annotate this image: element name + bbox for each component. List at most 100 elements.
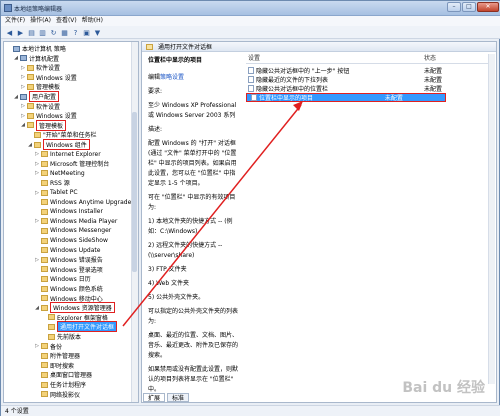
edit-policy-link[interactable]: 策略设置 — [160, 74, 184, 81]
tree-item[interactable]: 即时搜索 — [34, 361, 74, 370]
tree-item[interactable]: 通用打开文件对话框 — [41, 321, 118, 333]
maximize-button[interactable]: □ — [462, 2, 476, 12]
up-icon[interactable]: ▤ — [27, 28, 36, 37]
tree-item[interactable]: ▷ Windows 设置 — [20, 73, 77, 82]
tree-item[interactable]: ▷ Windows 设置 — [20, 111, 77, 120]
row-setting-cell: 位置栏中显示的项目 — [249, 93, 385, 102]
desc-line-12: 如果禁用或没有配置此设置，则默认的项目列表将显示在 "位置栏" 中。 — [148, 366, 239, 392]
show-hide-icon[interactable]: ▥ — [38, 28, 47, 37]
folder-icon — [27, 103, 34, 110]
tree-item[interactable]: RSS 源 — [34, 178, 70, 187]
list-row-selected[interactable]: 位置栏中显示的项目 未配置 — [246, 93, 446, 102]
tree-item-label: 软件设置 — [36, 103, 61, 111]
tree-item[interactable]: 桌面窗口管理器 — [34, 370, 92, 379]
tree-item[interactable]: Windows 日历 — [34, 274, 91, 283]
tree-item[interactable]: ◢ 用户配置 — [13, 91, 60, 102]
folder-icon — [41, 391, 48, 398]
tree-item[interactable]: ▷ Windows 错误报告 — [34, 255, 103, 264]
expand-arrow-icon[interactable]: ▷ — [20, 103, 26, 109]
policy-icon — [248, 67, 254, 74]
expand-arrow-icon[interactable]: ▷ — [20, 65, 26, 71]
tree-item[interactable]: 任务计划程序 — [34, 380, 86, 389]
tree-scroll-thumb[interactable] — [132, 112, 137, 272]
tree-scrollbar[interactable] — [131, 42, 138, 402]
close-button[interactable]: ✕ — [477, 2, 499, 12]
main-window: 本地组策略编辑器 – □ ✕ 文件(F) 操作(A) 查看(V) 帮助(H) ◀… — [0, 0, 500, 416]
expand-arrow-icon[interactable]: ▷ — [34, 151, 40, 157]
expand-arrow-icon[interactable]: ▷ — [34, 257, 40, 263]
list-row[interactable]: 隐藏最近的文件的下拉列表 未配置 — [246, 75, 488, 84]
list-row[interactable]: 隐藏公共对话框中的位置栏 未配置 — [246, 84, 488, 93]
properties-icon[interactable]: ▣ — [82, 28, 91, 37]
tree-item[interactable]: 网络投影仪 — [34, 390, 80, 399]
expand-arrow-icon[interactable]: ▷ — [34, 218, 40, 224]
tree-item-label: 管理模板 — [36, 119, 67, 131]
tree-item[interactable]: ▷ 软件设置 — [20, 63, 60, 72]
tree-item[interactable]: ▷ Tablet PC — [34, 188, 78, 197]
back-icon[interactable]: ◀ — [5, 28, 14, 37]
column-state[interactable]: 状态 — [424, 54, 484, 63]
collapse-arrow-icon[interactable]: ◢ — [13, 55, 19, 61]
forward-icon[interactable]: ▶ — [16, 28, 25, 37]
tree-pane[interactable]: 网络投影仪 任务计划程序 桌面窗口管理器 即时搜索 附件管理器 ▷ 备份 先前版本 通用打开文件… — [3, 41, 139, 403]
tree-item[interactable]: Windows Update — [34, 246, 100, 255]
expand-arrow-icon[interactable]: ▷ — [34, 343, 40, 349]
tab-standard[interactable]: 标准 — [167, 393, 190, 402]
expand-arrow-icon[interactable]: ▷ — [20, 74, 26, 80]
settings-list: 设置 状态 隐藏公共对话框中的 "上一步" 按钮 未配置 隐藏最近的文件的下拉列… — [246, 54, 488, 392]
tree-item[interactable]: ▷ NetMeeting — [34, 169, 85, 178]
details-header: 通用打开文件对话框 — [142, 42, 496, 52]
collapse-arrow-icon[interactable]: ◢ — [13, 94, 19, 100]
collapse-arrow-icon[interactable]: ◢ — [27, 142, 33, 148]
desc-line-11: 桌面、最近的位置、文档、图片、音乐、最近更改、附件及已保存的搜索。 — [148, 332, 239, 359]
tree-item[interactable]: ▷ Microsoft 管理控制台 — [34, 159, 109, 168]
expand-arrow-icon[interactable]: ▷ — [34, 190, 40, 196]
toolbar: ◀ ▶ ▤ ▥ ↻ ▦ ? ▣ ▼ — [1, 26, 500, 39]
details-scrollbar[interactable] — [488, 54, 495, 384]
expand-arrow-icon[interactable]: ▷ — [34, 170, 40, 176]
title-bar[interactable]: 本地组策略编辑器 – □ ✕ — [1, 1, 500, 16]
tab-extended[interactable]: 扩展 — [143, 393, 166, 402]
row-state: 未配置 — [384, 95, 403, 102]
tree-item[interactable]: 先前版本 — [41, 332, 81, 341]
folder-icon — [34, 141, 41, 148]
menu-help[interactable]: 帮助(H) — [82, 16, 103, 26]
tree-item[interactable]: ▷ 备份 — [34, 342, 62, 351]
minimize-button[interactable]: – — [447, 2, 461, 12]
tree-item-label: Windows 登录选项 — [50, 266, 103, 274]
tree-item[interactable]: Windows Anytime Upgrade — [34, 198, 131, 207]
tree-item[interactable]: Windows 颜色系统 — [34, 284, 103, 293]
tree-item[interactable]: ▷ 管理模板 — [20, 82, 60, 91]
tree-item[interactable]: ◢ Windows 组件 — [27, 139, 90, 150]
tree-item[interactable]: Windows 移动中心 — [34, 294, 103, 303]
filter-icon[interactable]: ▼ — [93, 28, 102, 37]
tree-item[interactable]: Windows Messenger — [34, 226, 111, 235]
menu-action[interactable]: 操作(A) — [30, 16, 51, 26]
tree-item[interactable]: 本地计算机 策略 — [6, 44, 66, 53]
folder-icon — [41, 256, 48, 263]
tree-item[interactable]: Windows SideShow — [34, 236, 108, 245]
tree-item[interactable]: Windows 登录选项 — [34, 265, 103, 274]
tree-item[interactable]: ▷ Windows Media Player — [34, 217, 117, 226]
collapse-arrow-icon[interactable]: ◢ — [20, 122, 26, 128]
tree-item[interactable]: ◢ 计算机配置 — [13, 54, 59, 63]
expand-arrow-icon[interactable]: ▷ — [20, 113, 26, 119]
tree-item[interactable]: 附件管理器 — [34, 351, 80, 360]
list-row[interactable]: 隐藏公共对话框中的 "上一步" 按钮 未配置 — [246, 66, 488, 75]
help-icon[interactable]: ? — [71, 28, 80, 37]
collapse-arrow-icon[interactable]: ◢ — [34, 305, 40, 311]
tree-item[interactable]: Windows Installer — [34, 207, 103, 216]
tree-item[interactable]: Explorer 框架窗格 — [41, 313, 108, 322]
expand-arrow-icon[interactable]: ▷ — [20, 84, 26, 90]
menu-view[interactable]: 查看(V) — [56, 16, 77, 26]
export-icon[interactable]: ▦ — [60, 28, 69, 37]
tree-item[interactable]: ◢ Windows 资源管理器 — [34, 302, 115, 314]
tree-item[interactable]: ▷ Internet Explorer — [34, 150, 101, 159]
tree-item[interactable]: "开始"菜单和任务栏 — [27, 130, 97, 139]
expand-arrow-icon[interactable]: ▷ — [34, 161, 40, 167]
tree-item[interactable]: ◢ 管理模板 — [20, 119, 67, 131]
menu-file[interactable]: 文件(F) — [5, 16, 25, 26]
refresh-icon[interactable]: ↻ — [49, 28, 58, 37]
tree-item[interactable]: ▷ 软件设置 — [20, 102, 60, 111]
column-setting[interactable]: 设置 — [246, 54, 424, 63]
